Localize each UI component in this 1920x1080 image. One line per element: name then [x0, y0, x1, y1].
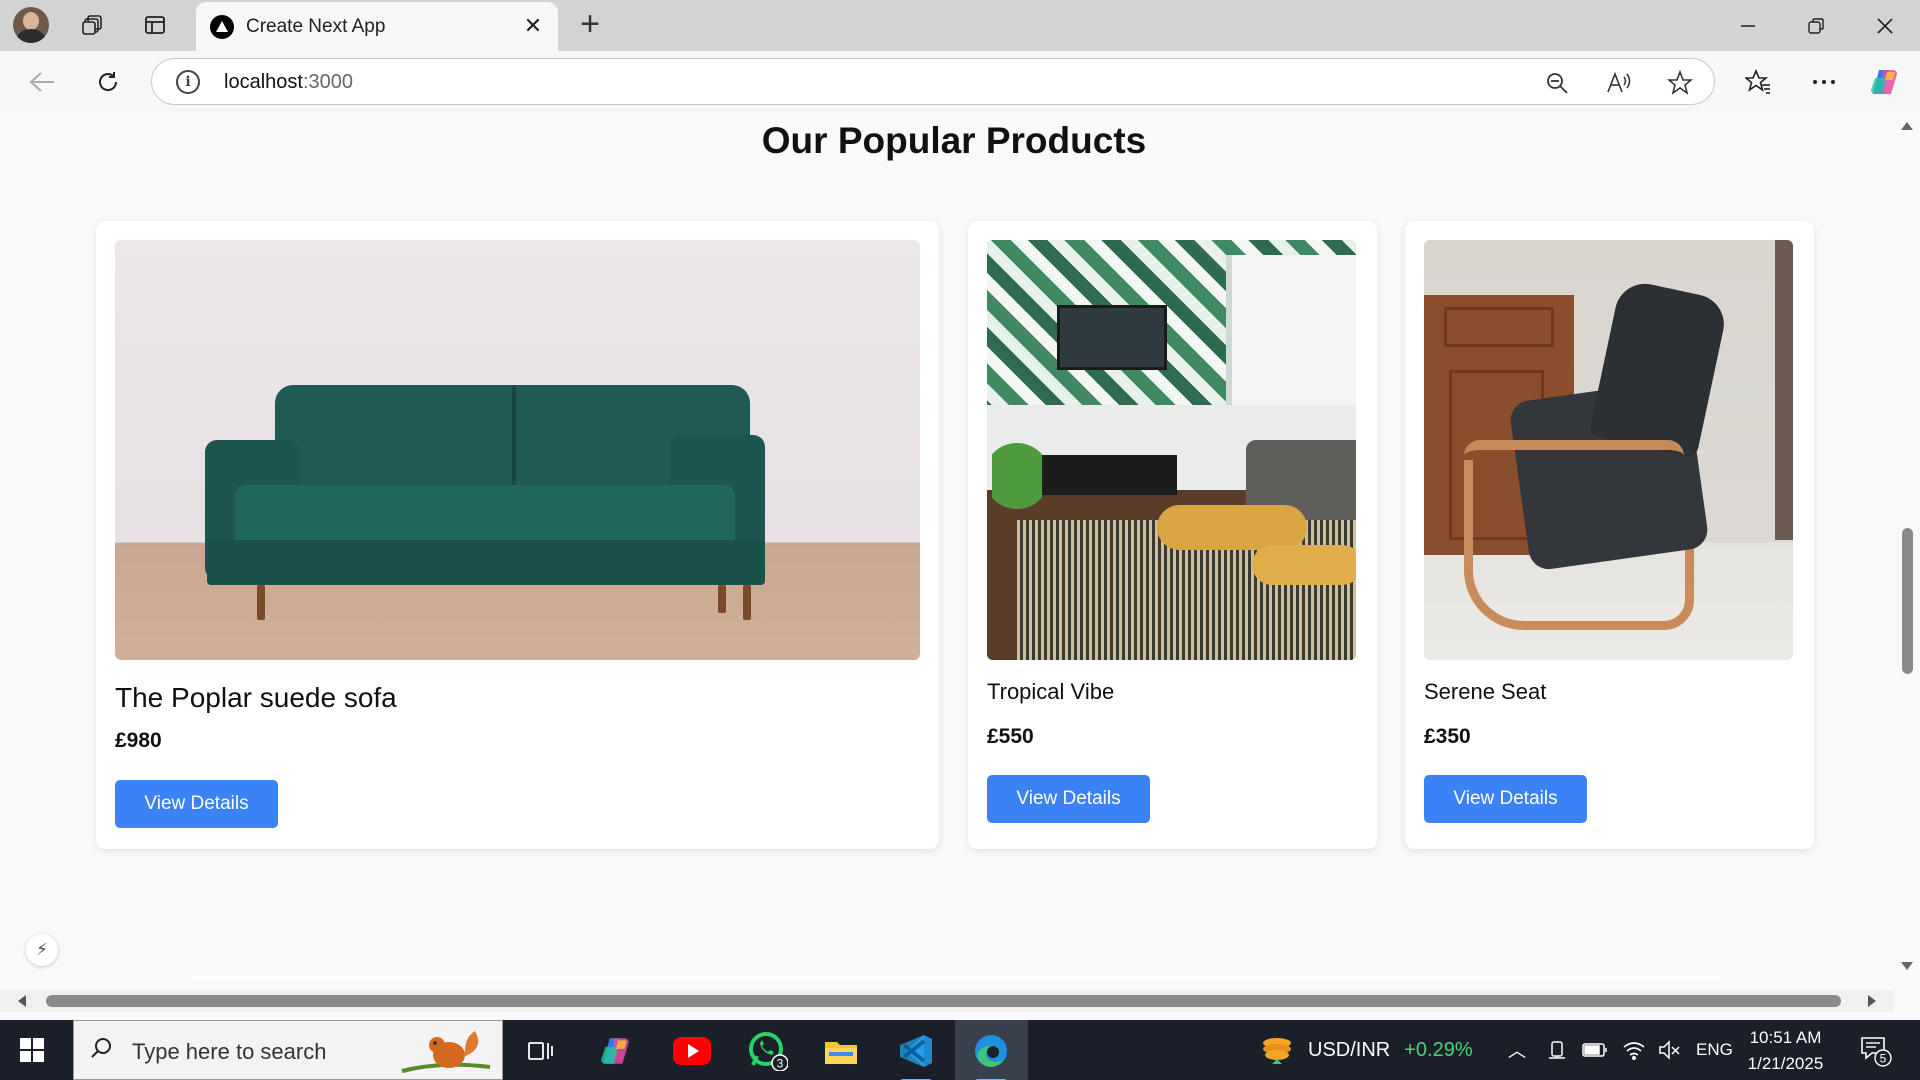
- vertical-tabs-icon[interactable]: [140, 10, 170, 40]
- nextjs-favicon-icon: [210, 15, 234, 39]
- task-view-icon[interactable]: [517, 1028, 563, 1074]
- copilot-icon[interactable]: [1867, 64, 1903, 100]
- scroll-down-arrow-icon[interactable]: [1901, 962, 1913, 970]
- close-window-button[interactable]: [1861, 8, 1909, 44]
- copilot-app-icon[interactable]: [593, 1028, 639, 1074]
- view-details-button[interactable]: View Details: [115, 780, 278, 828]
- currency-coins-icon: [1263, 1038, 1291, 1064]
- youtube-app-icon[interactable]: [669, 1028, 715, 1074]
- page-viewport: Our Popular Products The Poplar suede so…: [6, 112, 1894, 980]
- product-card: Tropical Vibe £550 View Details: [968, 221, 1377, 849]
- back-arrow-icon[interactable]: [24, 64, 60, 100]
- speaker-muted-icon[interactable]: [1658, 1039, 1682, 1061]
- product-card: Serene Seat £350 View Details: [1405, 221, 1814, 849]
- product-image-living-room: [987, 240, 1356, 660]
- workspaces-icon[interactable]: [78, 10, 108, 40]
- show-hidden-icons-chevron-icon[interactable]: ︿: [1508, 1037, 1526, 1063]
- browser-toolbar: i localhost:3000: [0, 51, 1920, 112]
- vertical-scroll-thumb[interactable]: [1902, 528, 1913, 674]
- nextjs-dev-indicator-icon[interactable]: ⚡: [26, 934, 58, 966]
- clock-date: 1/21/2025: [1747, 1054, 1824, 1073]
- ticker-label: USD/INR: [1308, 1038, 1391, 1061]
- product-price: £550: [987, 725, 1034, 748]
- view-details-button[interactable]: View Details: [1424, 775, 1587, 823]
- product-card: The Poplar suede sofa £980 View Details: [96, 221, 939, 849]
- product-image-chair: [1424, 240, 1793, 660]
- squirrel-illustration-icon: [401, 1031, 491, 1073]
- favorite-star-icon[interactable]: [1665, 68, 1695, 98]
- edge-app-icon[interactable]: [968, 1028, 1014, 1080]
- new-tab-button[interactable]: +: [573, 7, 607, 42]
- tab-create-next-app[interactable]: Create Next App ✕: [196, 2, 558, 51]
- page-title: Our Popular Products: [761, 120, 1147, 161]
- tab-close-icon[interactable]: ✕: [520, 13, 546, 39]
- minimize-button[interactable]: [1724, 8, 1772, 44]
- wifi-icon[interactable]: [1622, 1039, 1646, 1061]
- page-section-edge: [190, 976, 1720, 980]
- product-price: £350: [1424, 725, 1471, 748]
- tab-title: Create Next App: [246, 16, 386, 37]
- product-image-sofa: [115, 240, 920, 660]
- vertical-scrollbar[interactable]: [1894, 112, 1920, 980]
- search-placeholder: Type here to search: [132, 1039, 327, 1064]
- address-bar[interactable]: i localhost:3000: [151, 58, 1715, 105]
- battery-icon[interactable]: [1582, 1041, 1608, 1059]
- taskbar-search-box[interactable]: Type here to search: [73, 1020, 503, 1080]
- product-price: £980: [115, 729, 162, 752]
- windows-start-icon[interactable]: [20, 1038, 44, 1062]
- favorites-icon[interactable]: [1740, 64, 1776, 100]
- scroll-right-arrow-icon[interactable]: [1868, 995, 1876, 1007]
- language-indicator[interactable]: ENG: [1696, 1040, 1733, 1060]
- file-explorer-icon[interactable]: [818, 1028, 864, 1074]
- whatsapp-badge: 3: [777, 1057, 784, 1071]
- notification-center-icon[interactable]: 5: [1858, 1020, 1892, 1080]
- scroll-left-arrow-icon[interactable]: [18, 995, 26, 1007]
- product-name: Serene Seat: [1424, 679, 1547, 704]
- whatsapp-app-icon[interactable]: 3: [745, 1028, 791, 1074]
- profile-avatar[interactable]: [13, 7, 49, 43]
- product-name: The Poplar suede sofa: [115, 682, 397, 713]
- horizontal-scrollbar[interactable]: [0, 990, 1894, 1012]
- restore-button[interactable]: [1792, 8, 1840, 44]
- more-options-icon[interactable]: [1806, 64, 1842, 100]
- refresh-icon[interactable]: [90, 64, 126, 100]
- vscode-app-icon[interactable]: [893, 1028, 939, 1080]
- site-info-icon[interactable]: i: [176, 70, 200, 94]
- system-tray: ︿ ENG: [1508, 1020, 1733, 1080]
- windows-taskbar: Type here to search 3 USD/INR +0.29% ︿ E…: [0, 1020, 1920, 1080]
- notification-badge: 5: [1880, 1052, 1887, 1066]
- zoom-out-icon[interactable]: [1542, 68, 1572, 98]
- search-icon: [91, 1038, 111, 1058]
- ticker-change: +0.29%: [1404, 1038, 1473, 1061]
- horizontal-scroll-thumb[interactable]: [46, 995, 1841, 1007]
- scroll-up-arrow-icon[interactable]: [1901, 122, 1913, 130]
- meet-now-icon[interactable]: [1546, 1039, 1568, 1061]
- view-details-button[interactable]: View Details: [987, 775, 1150, 823]
- clock-time: 10:51 AM: [1749, 1028, 1822, 1047]
- currency-ticker[interactable]: USD/INR +0.29%: [1260, 1020, 1473, 1080]
- clock[interactable]: 10:51 AM 1/21/2025: [1738, 1025, 1833, 1077]
- url-text[interactable]: localhost:3000: [224, 71, 353, 94]
- tab-strip: Create Next App ✕ +: [0, 0, 1920, 51]
- read-aloud-icon[interactable]: [1604, 68, 1634, 98]
- product-name: Tropical Vibe: [987, 679, 1115, 704]
